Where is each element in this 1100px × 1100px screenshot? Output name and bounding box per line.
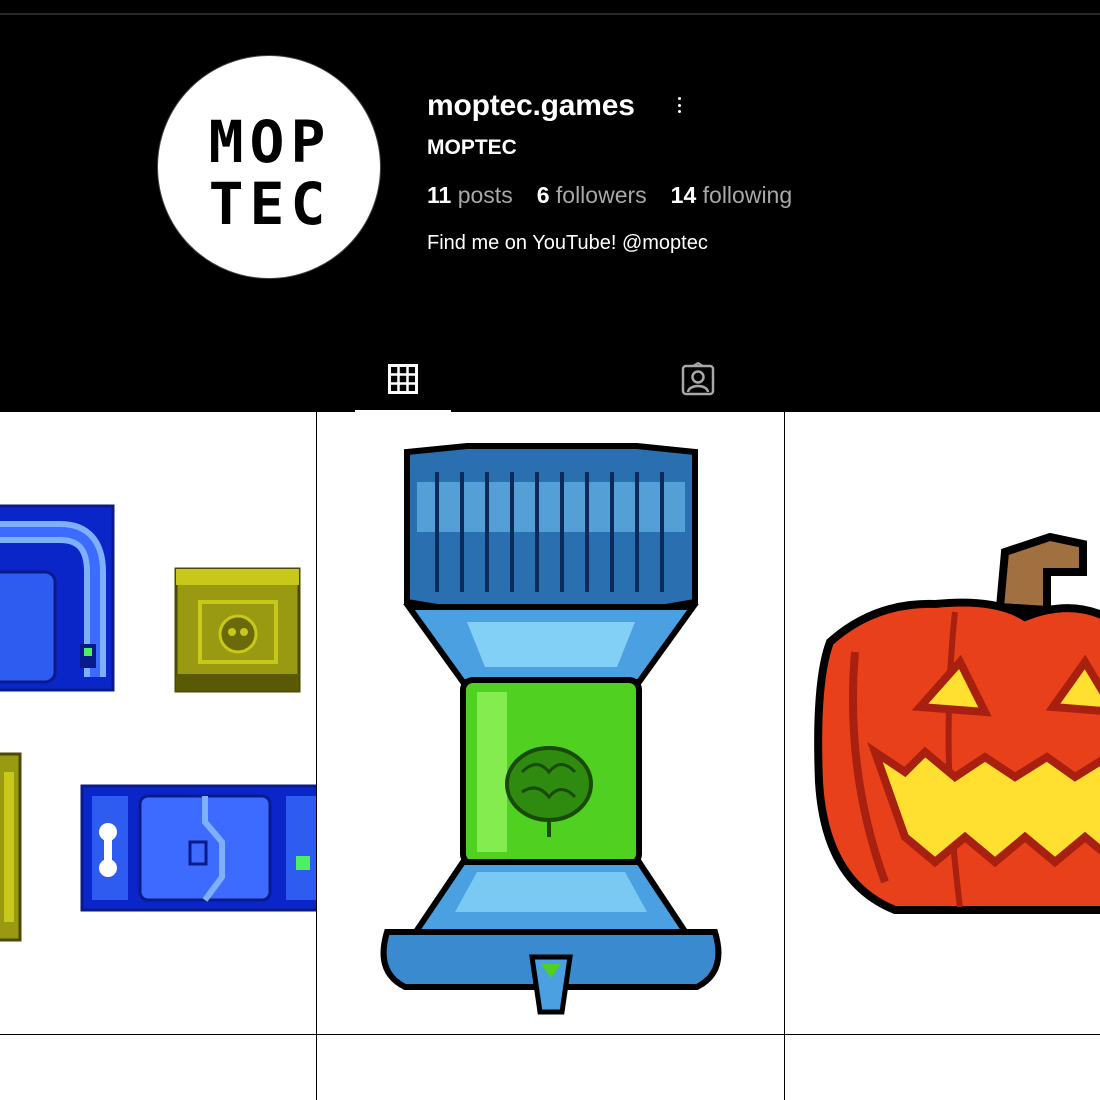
tab-tagged[interactable]: [650, 345, 746, 412]
stat-following[interactable]: 14 following: [671, 182, 792, 209]
more-options-icon[interactable]: [668, 93, 690, 117]
post-row-2-item[interactable]: [785, 1035, 1100, 1100]
logo-line-1: MOP: [209, 108, 332, 176]
stat-posts[interactable]: 11 posts: [427, 182, 513, 209]
tagged-portrait-icon: [681, 361, 715, 395]
username: moptec.games: [427, 89, 635, 122]
grid-icon: [388, 363, 418, 394]
bio: Find me on YouTube! @moptec: [427, 232, 708, 254]
full-name: MOPTEC: [427, 136, 517, 159]
stat-following-label: following: [702, 182, 793, 208]
post-row-2-item[interactable]: [317, 1035, 784, 1100]
pumpkin-image: [814, 532, 1100, 914]
top-bar: [0, 0, 1100, 15]
brain-tank-post[interactable]: [317, 412, 784, 1034]
stat-followers[interactable]: 6 followers: [537, 182, 647, 209]
stat-followers-count: 6: [536, 182, 550, 208]
stat-posts-count: 11: [427, 182, 452, 208]
logo-line-2: TEC: [209, 170, 332, 238]
avatar[interactable]: MOP TEC: [157, 55, 381, 279]
tab-posts[interactable]: [355, 345, 451, 412]
sci-fi-tiles-image: [0, 504, 316, 942]
stat-following-count: 14: [670, 182, 697, 208]
moptec-logo: MOP TEC: [209, 108, 332, 238]
post-row-2-item[interactable]: [0, 1035, 316, 1100]
stat-posts-label: posts: [457, 182, 513, 208]
posts-grid: [0, 412, 1100, 1100]
profile-stats: 11 posts 6 followers 14 following: [427, 182, 792, 209]
pumpkin-post[interactable]: [785, 412, 1100, 1034]
brain-tank-image: [380, 443, 722, 1015]
sci-fi-tiles-post[interactable]: [0, 412, 316, 1034]
profile-header: MOP TEC moptec.games MOPTEC 11 posts 6 f…: [0, 15, 1100, 412]
stat-followers-label: followers: [555, 182, 647, 208]
